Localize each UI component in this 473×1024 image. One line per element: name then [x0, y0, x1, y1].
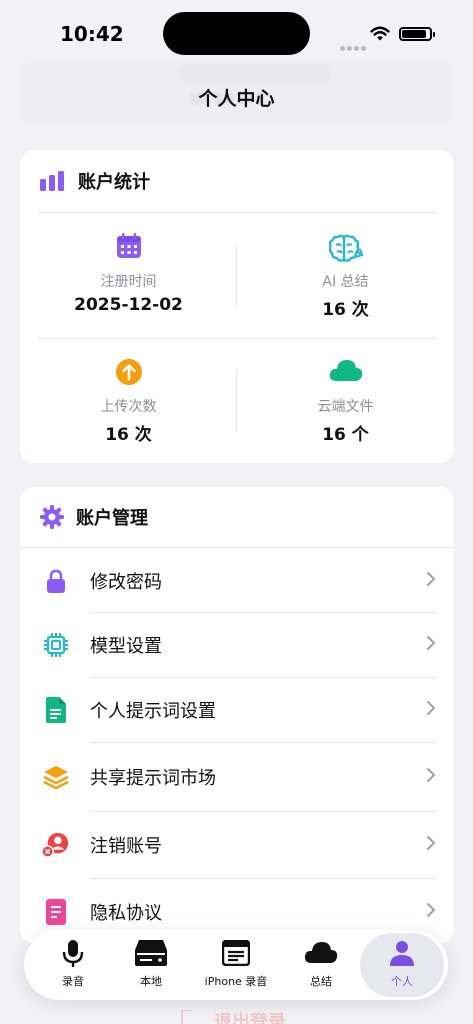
menu-item-shared-prompt-market[interactable]: 共享提示词市场	[20, 745, 454, 809]
bar-chart-icon	[40, 171, 64, 191]
local-drive-icon	[135, 940, 167, 966]
management-card-header: 账户管理	[20, 487, 454, 547]
calendar-icon	[116, 233, 141, 258]
remove-user-icon	[42, 832, 69, 858]
divider	[90, 811, 436, 812]
lock-icon	[47, 569, 65, 593]
privacy-doc-icon	[46, 899, 66, 925]
stat-value: 16 次	[322, 300, 369, 320]
stats-card-title: 账户统计	[78, 172, 150, 193]
stat-upload-count: 上传次数 16 次	[20, 338, 237, 463]
menu-item-label: 个人提示词设置	[90, 701, 216, 722]
brain-icon	[328, 234, 363, 262]
divider	[90, 878, 436, 879]
menu-item-label: 注销账号	[90, 836, 162, 857]
gear-icon	[40, 505, 64, 529]
signal-icon	[340, 36, 368, 55]
tab-label: 个人	[391, 975, 413, 988]
menu-item-label: 共享提示词市场	[90, 768, 216, 789]
chip-icon	[44, 633, 68, 657]
tab-label: iPhone 录音	[204, 975, 268, 988]
cloud-icon	[329, 360, 362, 381]
menu-item-label: 隐私协议	[90, 903, 162, 924]
menu-item-personal-prompt-settings[interactable]: 个人提示词设置	[20, 678, 454, 742]
tab-label: 本地	[140, 975, 162, 988]
stat-ai-summary: AI 总结 16 次	[237, 213, 454, 338]
tab-label: 录音	[62, 975, 84, 988]
stat-label: AI 总结	[322, 274, 369, 290]
wifi-icon	[370, 26, 390, 41]
person-icon	[390, 941, 414, 966]
tab-local[interactable]: 本地	[112, 930, 190, 1000]
layers-icon	[43, 766, 69, 790]
stat-value: 16 个	[322, 425, 369, 445]
tab-iphone-recording[interactable]: iPhone 录音	[192, 930, 280, 1000]
account-stats-card: 账户统计 注册时间 2025-12-02 AI 总结 16 次 上传次数 16 …	[20, 150, 454, 463]
stat-registration-date: 注册时间 2025-12-02	[20, 213, 237, 338]
stats-grid: 注册时间 2025-12-02 AI 总结 16 次 上传次数 16 次 云端文…	[20, 213, 454, 463]
stat-cloud-files: 云端文件 16 个	[237, 338, 454, 463]
divider	[20, 547, 454, 548]
stat-value: 2025-12-02	[74, 295, 183, 315]
document-icon	[46, 697, 66, 723]
account-management-card: 账户管理 修改密码 模型设置 个人提示词设置 共享提示词市场 注销账号 隐私协议	[20, 487, 454, 943]
chevron-right-icon	[427, 701, 436, 715]
menu-item-model-settings[interactable]: 模型设置	[20, 613, 454, 677]
chevron-right-icon	[427, 636, 436, 650]
menu-item-label: 模型设置	[90, 636, 162, 657]
tab-record[interactable]: 录音	[32, 930, 114, 1000]
chevron-right-icon	[427, 572, 436, 586]
tab-summary[interactable]: 总结	[282, 930, 360, 1000]
page-title: 个人中心	[198, 88, 275, 110]
status-time: 10:42	[60, 22, 124, 46]
logout-button[interactable]: 退出登录	[214, 1008, 286, 1024]
menu-item-label: 修改密码	[90, 572, 162, 593]
divider	[90, 742, 436, 743]
dynamic-island	[163, 12, 310, 55]
recording-list-icon	[222, 940, 250, 966]
profile-name-placeholder	[180, 64, 330, 84]
stat-label: 上传次数	[100, 399, 157, 415]
logout-icon	[181, 1010, 192, 1024]
stat-label: 云端文件	[317, 399, 374, 415]
chevron-right-icon	[427, 836, 436, 850]
cloud-summary-icon	[304, 942, 338, 963]
stats-card-header: 账户统计	[20, 150, 454, 212]
microphone-icon	[62, 940, 84, 967]
tab-profile[interactable]: 个人	[358, 930, 446, 1000]
stat-value: 16 次	[105, 425, 152, 445]
battery-icon	[399, 27, 435, 41]
tab-bar: 录音 本地 iPhone 录音 总结 个人	[24, 930, 448, 1000]
menu-item-change-password[interactable]: 修改密码	[20, 549, 454, 613]
stat-label: 注册时间	[100, 274, 157, 290]
management-card-title: 账户管理	[76, 508, 148, 529]
menu-item-delete-account[interactable]: 注销账号	[20, 813, 454, 877]
tab-label: 总结	[310, 975, 332, 988]
chevron-right-icon	[427, 768, 436, 782]
chevron-right-icon	[427, 903, 436, 917]
upload-arrow-icon	[115, 359, 142, 385]
